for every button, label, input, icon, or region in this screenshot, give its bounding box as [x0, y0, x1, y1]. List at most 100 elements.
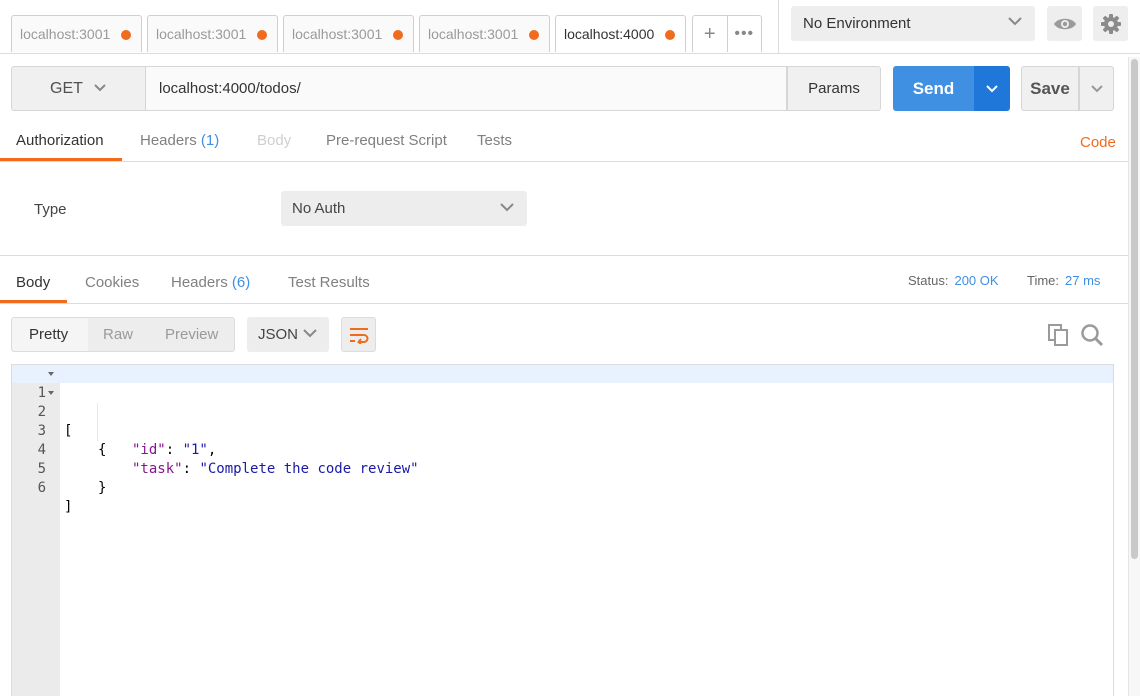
chevron-down-icon	[1008, 17, 1022, 26]
auth-type-select[interactable]: No Auth	[281, 191, 527, 226]
tab-headers-count: (1)	[200, 132, 220, 149]
code-line: 2 {	[12, 384, 1113, 458]
tab-authorization[interactable]: Authorization	[16, 132, 104, 149]
more-icon: •••	[734, 25, 755, 42]
tab-response-headers[interactable]: Headers (6)	[171, 274, 250, 291]
tab-headers-label: Headers	[140, 132, 197, 149]
code-line: 4 "task": "Complete the code review"	[12, 422, 1113, 477]
params-label: Params	[808, 80, 860, 97]
view-raw-button[interactable]: Raw	[103, 318, 153, 351]
code-line: 1 [	[12, 365, 1113, 439]
code-text: ]	[64, 499, 73, 515]
view-pretty-label: Pretty	[29, 326, 69, 343]
fold-arrow-icon[interactable]	[48, 372, 54, 376]
send-label: Send	[912, 78, 955, 98]
method-value: GET	[50, 79, 83, 97]
scrollbar-thumb[interactable]	[1131, 59, 1138, 559]
copy-button[interactable]	[1045, 322, 1071, 348]
code-line: 3 "id": "1",	[12, 403, 1113, 458]
tab-tools: + •••	[692, 15, 762, 52]
environment-quick-look-button[interactable]	[1047, 6, 1082, 41]
status-value: 200 OK	[954, 273, 999, 288]
request-tab-bar: localhost:3001 localhost:3001 localhost:…	[0, 0, 1140, 54]
chevron-down-icon	[303, 329, 317, 338]
tab-body[interactable]: Body	[257, 132, 291, 149]
unsaved-dot-icon	[529, 30, 539, 40]
request-tab-label: localhost:3001	[428, 26, 519, 42]
time-label: Time:	[1027, 273, 1060, 288]
environment-select-value: No Environment	[803, 15, 911, 32]
tab-response-body[interactable]: Body	[16, 274, 50, 291]
settings-button[interactable]	[1093, 6, 1128, 41]
language-select[interactable]: JSON	[247, 317, 329, 352]
request-tab-label: localhost:4000	[564, 26, 655, 42]
unsaved-dot-icon	[257, 30, 267, 40]
url-value: localhost:4000/todos/	[159, 80, 301, 97]
active-tab-indicator	[0, 300, 67, 303]
tab-cookies[interactable]: Cookies	[85, 274, 139, 291]
request-tab[interactable]: localhost:3001	[11, 15, 142, 52]
params-button[interactable]: Params	[787, 66, 881, 111]
view-preview-button[interactable]: Preview	[165, 318, 235, 351]
plus-icon: +	[703, 22, 716, 45]
view-raw-label: Raw	[103, 326, 134, 343]
save-options-button[interactable]	[1079, 66, 1114, 111]
unsaved-dot-icon	[121, 30, 131, 40]
language-value: JSON	[258, 326, 299, 343]
send-options-button[interactable]	[974, 66, 1010, 111]
save-button[interactable]: Save	[1021, 66, 1079, 111]
wrap-lines-button[interactable]	[341, 317, 376, 352]
response-body-editor[interactable]: 1 [ 2 { 3 "id": "1", 4 "task": "Complete…	[11, 364, 1114, 696]
environment-select[interactable]: No Environment	[791, 6, 1035, 41]
code-text: }	[98, 480, 107, 496]
request-tab[interactable]: localhost:3001	[147, 15, 278, 52]
request-tab[interactable]: localhost:3001	[283, 15, 414, 52]
request-tab-label: localhost:3001	[292, 26, 383, 42]
copy-icon	[1048, 324, 1068, 346]
wrap-lines-icon	[349, 327, 368, 344]
code-line: 5 }	[12, 441, 1113, 496]
code-link[interactable]: Code	[1080, 134, 1116, 151]
search-icon	[1081, 324, 1104, 347]
tab-test-results[interactable]: Test Results	[288, 274, 370, 291]
search-button[interactable]	[1079, 322, 1105, 348]
unsaved-dot-icon	[665, 30, 675, 40]
tab-tests[interactable]: Tests	[477, 132, 512, 149]
view-mode-group: Pretty Raw Preview	[11, 317, 235, 352]
active-tab-indicator	[0, 158, 122, 161]
auth-type-value: No Auth	[292, 200, 346, 217]
request-tab-active[interactable]: localhost:4000	[555, 15, 686, 52]
tab-prerequest-script[interactable]: Pre-request Script	[326, 132, 447, 149]
status-label: Status:	[908, 273, 949, 288]
line-number: 6	[37, 480, 46, 496]
chevron-down-icon	[1090, 85, 1103, 93]
eye-icon	[1053, 18, 1076, 29]
response-status: Status: 200 OK	[908, 273, 999, 288]
fold-arrow-icon[interactable]	[48, 391, 54, 395]
auth-type-label: Type	[34, 201, 67, 218]
divider	[778, 0, 779, 54]
chevron-down-icon	[500, 203, 514, 212]
new-tab-button[interactable]: +	[693, 16, 727, 52]
tab-headers[interactable]: Headers (1)	[140, 132, 219, 149]
method-select[interactable]: GET	[11, 66, 146, 111]
section-divider	[0, 255, 1128, 256]
save-label: Save	[1030, 78, 1070, 98]
request-tab-label: localhost:3001	[156, 26, 247, 42]
chevron-down-icon	[986, 85, 998, 93]
more-tabs-button[interactable]: •••	[726, 16, 762, 52]
request-tab-label: localhost:3001	[20, 26, 111, 42]
time-value: 27 ms	[1065, 273, 1101, 288]
unsaved-dot-icon	[393, 30, 403, 40]
response-time: Time: 27 ms	[1027, 273, 1100, 288]
gear-icon	[1100, 13, 1121, 34]
request-tab[interactable]: localhost:3001	[419, 15, 550, 52]
page-scrollbar[interactable]	[1128, 57, 1140, 696]
view-preview-label: Preview	[165, 326, 219, 343]
view-pretty-button[interactable]: Pretty	[12, 318, 88, 351]
request-config-tabs: Authorization Headers (1) Body Pre-reque…	[0, 120, 1128, 162]
send-button[interactable]: Send	[893, 66, 974, 111]
chevron-down-icon	[94, 84, 106, 92]
code-line: 6 ]	[12, 460, 1113, 515]
url-input[interactable]: localhost:4000/todos/	[146, 66, 787, 111]
